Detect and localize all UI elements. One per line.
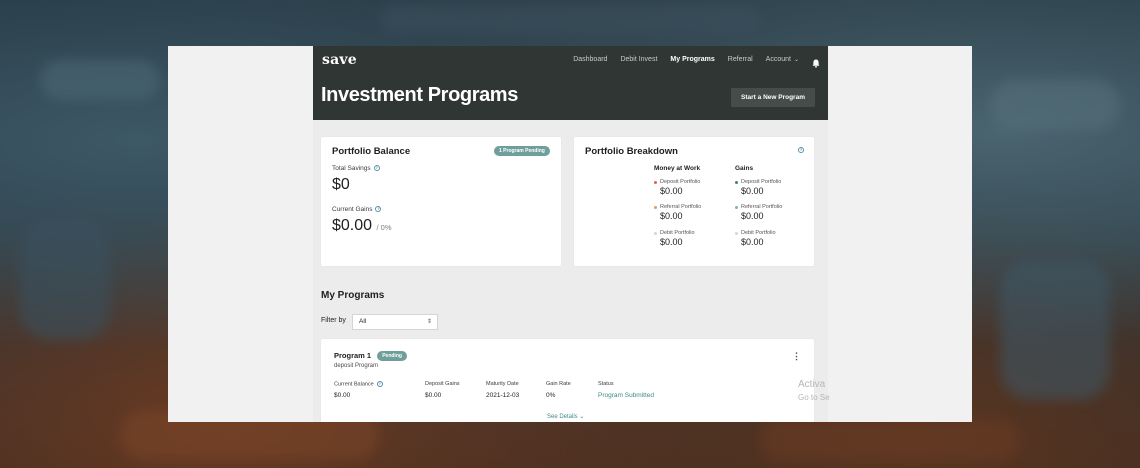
legend-dot — [654, 231, 657, 235]
portfolio-name: Referral Portfolio — [660, 204, 702, 210]
browser-viewport: save Dashboard Debit Invest My Programs … — [168, 46, 972, 422]
money-at-work-heading: Money at Work — [654, 165, 701, 172]
watermark-line-2: Go to Se — [798, 393, 830, 402]
help-icon[interactable]: ? — [373, 165, 380, 172]
portfolio-name: Referral Portfolio — [741, 204, 783, 210]
nav-dashboard[interactable]: Dashboard — [573, 56, 607, 63]
portfolio-name: Deposit Portfolio — [660, 179, 701, 185]
current-balance-value: $0.00 — [334, 392, 351, 399]
gains-heading: Gains — [735, 165, 754, 172]
portfolio-value: $0.00 — [741, 211, 764, 221]
filter-label: Filter by — [321, 317, 346, 324]
gains-debit-portfolio: Debit Portfolio $0.00 — [735, 230, 776, 247]
gains-deposit-portfolio: Deposit Portfolio $0.00 — [735, 179, 781, 196]
program-title: Program 1 Pending — [334, 351, 407, 362]
portfolio-balance-title: Portfolio Balance — [332, 146, 411, 157]
program-type: deposit Program — [334, 363, 379, 369]
legend-dot — [735, 205, 738, 209]
current-gains-text: Current Gains — [332, 206, 373, 213]
portfolio-name: Debit Portfolio — [660, 230, 695, 236]
status-label: Status — [598, 381, 614, 387]
more-options-icon[interactable]: ⋮ — [792, 351, 801, 362]
legend-dot — [654, 180, 657, 184]
money-deposit-portfolio: Deposit Portfolio $0.00 — [654, 179, 700, 196]
watermark-line-1: Activa — [798, 379, 826, 390]
gain-rate-label: Gain Rate — [546, 381, 571, 387]
status-value: Program Submitted — [598, 392, 654, 399]
nav-debit-invest[interactable]: Debit Invest — [620, 56, 657, 63]
nav-my-programs[interactable]: My Programs — [670, 56, 714, 63]
total-savings-label: Total Savings? — [332, 165, 380, 172]
money-debit-portfolio: Debit Portfolio $0.00 — [654, 230, 695, 247]
main-nav: Dashboard Debit Invest My Programs Refer… — [573, 55, 820, 68]
filter-select[interactable]: All ⇕ — [352, 314, 438, 330]
help-icon[interactable]: ? — [375, 206, 382, 213]
program-name: Program 1 — [334, 351, 372, 360]
legend-dot — [735, 231, 738, 235]
see-details-link[interactable]: See Details ⌄ — [547, 413, 584, 420]
chevron-down-icon: ⌄ — [793, 57, 799, 63]
see-details-text: See Details — [547, 414, 578, 420]
filter-selected-value: All — [359, 318, 367, 325]
money-referral-portfolio: Referral Portfolio $0.00 — [654, 204, 701, 221]
legend-dot — [654, 205, 657, 209]
nav-account-label: Account — [765, 56, 791, 63]
program-card: Program 1 Pending deposit Program ⋮ Curr… — [321, 339, 814, 422]
portfolio-value: $0.00 — [741, 186, 764, 196]
windows-activation-watermark: Activa Go to Se — [798, 378, 830, 404]
portfolio-value: $0.00 — [660, 237, 683, 247]
portfolio-breakdown-title: Portfolio Breakdown — [585, 146, 678, 157]
logo[interactable]: save — [322, 52, 357, 68]
portfolio-name: Debit Portfolio — [741, 230, 776, 236]
portfolio-value: $0.00 — [660, 186, 683, 196]
legend-dot — [735, 180, 738, 184]
program-status-badge: Pending — [377, 351, 407, 361]
start-new-program-button[interactable]: Start a New Program — [731, 88, 815, 107]
pending-badge: 1 Program Pending — [494, 146, 550, 156]
current-gains-label: Current Gains? — [332, 206, 382, 213]
page-title: Investment Programs — [321, 84, 518, 106]
app-container: save Dashboard Debit Invest My Programs … — [313, 46, 828, 422]
chevron-down-icon: ⌄ — [579, 414, 585, 420]
current-gains-row: $0.00 / 0% — [332, 217, 392, 235]
current-balance-label: Current Balance? — [334, 381, 383, 387]
select-arrow-icon: ⇕ — [426, 319, 432, 325]
maturity-date-label: Maturity Date — [486, 381, 519, 387]
bell-icon[interactable] — [812, 55, 820, 68]
maturity-date-value: 2021-12-03 — [486, 392, 520, 399]
total-savings-text: Total Savings — [332, 165, 371, 172]
top-header: save Dashboard Debit Invest My Programs … — [313, 46, 828, 120]
portfolio-name: Deposit Portfolio — [741, 179, 782, 185]
portfolio-value: $0.00 — [741, 237, 764, 247]
portfolio-breakdown-card: Portfolio Breakdown ? Money at Work Gain… — [574, 137, 814, 266]
deposit-gains-value: $0.00 — [425, 392, 442, 399]
current-gains-percent: / 0% — [376, 223, 392, 232]
help-icon[interactable]: ? — [376, 381, 383, 387]
help-icon[interactable]: ? — [798, 147, 804, 153]
gains-referral-portfolio: Referral Portfolio $0.00 — [735, 204, 782, 221]
deposit-gains-label: Deposit Gains — [425, 381, 460, 387]
total-savings-value: $0 — [332, 176, 350, 193]
current-gains-value: $0.00 — [332, 217, 373, 234]
portfolio-value: $0.00 — [660, 211, 683, 221]
my-programs-heading: My Programs — [321, 290, 385, 301]
nav-account[interactable]: Account ⌄ — [766, 56, 799, 63]
nav-referral[interactable]: Referral — [728, 56, 753, 63]
portfolio-balance-card: Portfolio Balance 1 Program Pending Tota… — [321, 137, 561, 266]
gain-rate-value: 0% — [546, 392, 556, 399]
current-balance-text: Current Balance — [334, 381, 374, 388]
